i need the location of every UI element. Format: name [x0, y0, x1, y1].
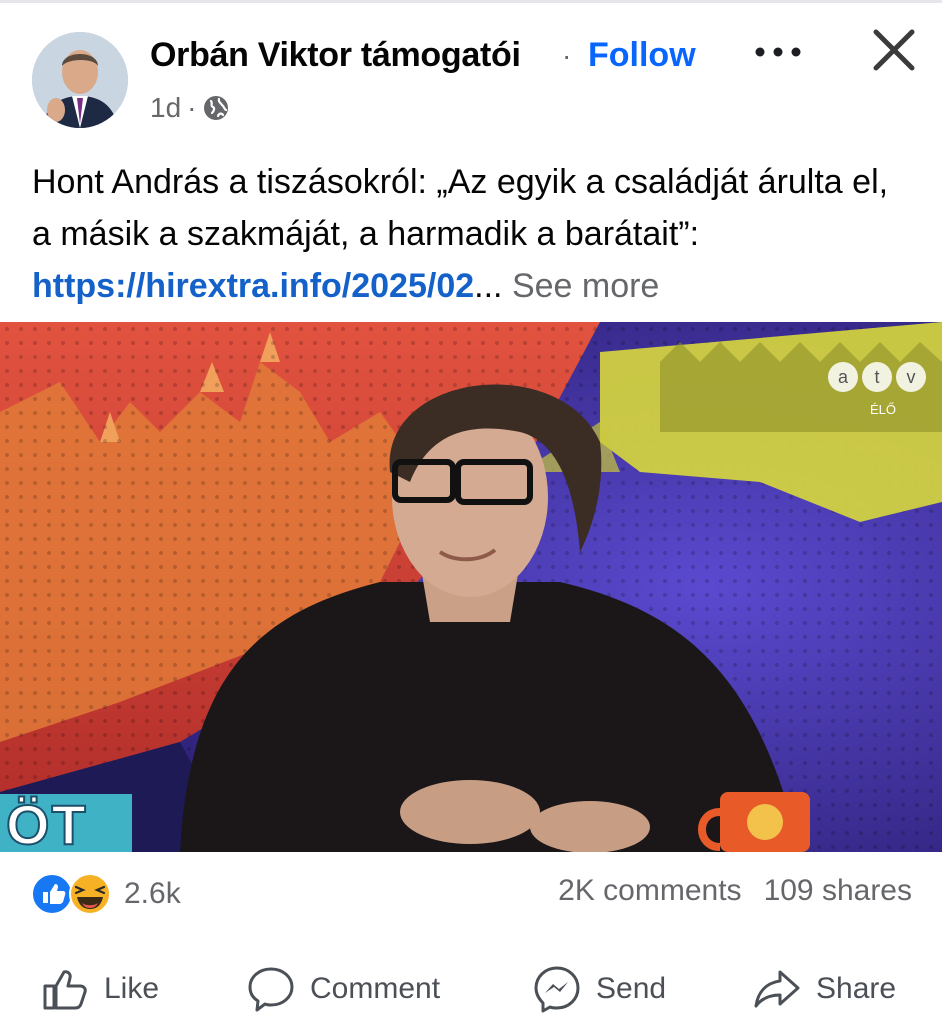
header-separator: ·: [562, 40, 572, 71]
comment-button[interactable]: Comment: [246, 956, 440, 1022]
close-icon: [873, 29, 915, 71]
engagement-stats: 2K comments 109 shares: [558, 874, 912, 908]
more-dots-icon: [755, 47, 801, 57]
page-name[interactable]: Orbán Viktor támogatói: [150, 36, 521, 75]
globe-icon: [204, 96, 229, 120]
action-bar: Like Comment Send Share: [0, 956, 942, 1022]
like-button[interactable]: Like: [40, 956, 159, 1022]
share-button[interactable]: Share: [752, 956, 896, 1022]
live-label: ÉLŐ: [870, 402, 897, 417]
more-options-button[interactable]: [752, 32, 804, 72]
corner-show-text: ÖT: [5, 792, 88, 852]
reaction-icons: [31, 873, 111, 915]
page-avatar[interactable]: [32, 32, 128, 128]
comment-label: Comment: [310, 972, 441, 1005]
comments-count[interactable]: 2K comments: [558, 874, 741, 908]
video-still: [0, 322, 942, 852]
post-time[interactable]: 1d: [150, 92, 181, 124]
see-more-link[interactable]: See more: [512, 267, 659, 305]
messenger-icon: [534, 966, 580, 1013]
comment-icon: [248, 967, 294, 1012]
avatar-portrait: [32, 32, 128, 128]
follow-button[interactable]: Follow: [588, 36, 696, 75]
post-text: Hont András a tiszásokról: „Az egyik a c…: [32, 156, 912, 312]
close-button[interactable]: [866, 22, 922, 78]
text-ellipsis: ...: [474, 267, 503, 305]
meta-separator: ·: [187, 92, 197, 123]
like-icon: [31, 873, 73, 915]
channel-logo-letter: t: [862, 362, 892, 392]
post-link[interactable]: https://hirextra.info/2025/02: [32, 267, 474, 305]
channel-logo-letter: v: [896, 362, 926, 392]
like-label: Like: [104, 972, 160, 1005]
haha-icon: [69, 873, 111, 915]
post-meta: 1d ·: [150, 92, 230, 124]
share-label: Share: [816, 972, 897, 1005]
reaction-count: 2.6k: [124, 877, 181, 910]
send-label: Send: [596, 972, 667, 1005]
post-body-text: Hont András a tiszásokról: „Az egyik a c…: [32, 163, 889, 253]
send-button[interactable]: Send: [532, 956, 666, 1022]
reactions-summary[interactable]: 2.6k: [30, 870, 181, 918]
channel-logo-letter: a: [828, 362, 858, 392]
post-image[interactable]: a t v ÉLŐ ÖT: [0, 322, 942, 852]
like-icon: [43, 970, 87, 1010]
top-divider: [0, 0, 942, 3]
shares-count[interactable]: 109 shares: [764, 874, 912, 908]
channel-logo: a t v: [828, 362, 926, 392]
share-icon: [754, 970, 800, 1008]
